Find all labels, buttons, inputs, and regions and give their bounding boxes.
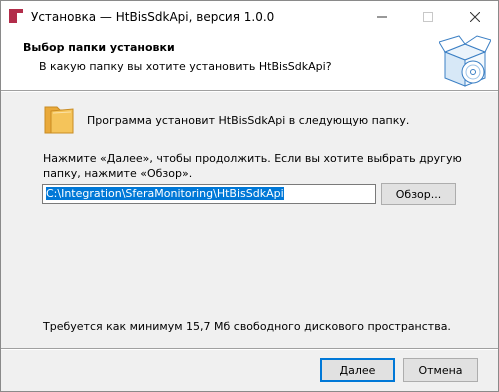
installer-window: Установка — HtBisSdkApi, версия 1.0.0 Вы… — [0, 0, 499, 392]
footer-divider — [1, 348, 498, 350]
window-title: Установка — HtBisSdkApi, версия 1.0.0 — [31, 10, 275, 24]
page-subtitle: В какую папку вы хотите установить HtBis… — [39, 60, 332, 73]
next-button[interactable]: Далее — [320, 358, 395, 382]
maximize-button — [405, 1, 451, 32]
page-title: Выбор папки установки — [23, 41, 175, 54]
folder-icon — [44, 106, 74, 134]
install-path-value: C:\Integration\SferaMonitoring\HtBisSdkA… — [46, 187, 284, 200]
wizard-header: Выбор папки установки В какую папку вы х… — [1, 32, 498, 90]
close-button[interactable] — [452, 1, 498, 32]
minimize-button[interactable] — [359, 1, 405, 32]
installer-box-icon — [439, 35, 491, 87]
intro-text: Программа установит HtBisSdkApi в следую… — [87, 114, 410, 127]
close-icon — [470, 11, 480, 22]
header-divider — [1, 90, 498, 92]
title-bar[interactable]: Установка — HtBisSdkApi, версия 1.0.0 — [1, 1, 498, 32]
maximize-icon — [423, 11, 433, 22]
disk-space-text: Требуется как минимум 15,7 Мб свободного… — [43, 320, 451, 333]
instructions-text: Нажмите «Далее», чтобы продолжить. Если … — [43, 152, 462, 180]
browse-button[interactable]: Обзор... — [381, 183, 456, 205]
minimize-icon — [377, 16, 387, 17]
cancel-button[interactable]: Отмена — [403, 358, 478, 382]
installer-app-icon — [9, 9, 23, 23]
install-path-input[interactable]: C:\Integration\SferaMonitoring\HtBisSdkA… — [42, 184, 376, 204]
